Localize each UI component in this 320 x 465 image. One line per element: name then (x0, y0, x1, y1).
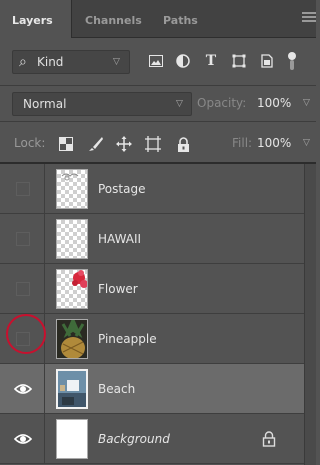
lock-label: Lock: (14, 136, 46, 150)
visibility-toggle-empty[interactable] (16, 282, 30, 296)
layer-name[interactable]: Pineapple (98, 332, 157, 346)
layer-thumbnail (56, 219, 88, 259)
image-filter-icon[interactable] (145, 50, 167, 72)
filter-row: ⌕ Kind ▽ T (0, 38, 316, 86)
layer-name[interactable]: Flower (98, 282, 138, 296)
chevron-down-icon[interactable]: ▽ (303, 138, 310, 148)
layer-row-flower[interactable]: Flower (0, 264, 304, 314)
panel-menu-icon[interactable] (302, 12, 316, 24)
blend-mode-select[interactable]: Normal ▽ (12, 92, 192, 116)
layer-row-background[interactable]: Background (0, 414, 304, 464)
layer-row-pineapple[interactable]: Pineapple (0, 314, 304, 364)
visibility-toggle-empty[interactable] (16, 182, 30, 196)
layer-row-hawaii[interactable]: HAWAII (0, 214, 304, 264)
highlight-circle-annotation (6, 314, 46, 354)
lock-transparent-pixels-icon[interactable] (56, 134, 76, 154)
layer-thumbnail (56, 169, 88, 209)
layer-name[interactable]: Background (98, 432, 170, 446)
layer-row-beach[interactable]: Beach (0, 364, 304, 414)
lock-row: Lock: Fill: 100% ▽ (0, 122, 316, 164)
shape-filter-icon[interactable] (228, 50, 250, 72)
layer-thumbnail (56, 319, 88, 359)
layer-thumbnail (56, 419, 88, 459)
tab-paths[interactable]: Paths (163, 14, 198, 27)
scrollbar[interactable] (304, 164, 316, 465)
fill-label: Fill: (232, 136, 253, 150)
type-filter-icon[interactable]: T (200, 50, 222, 72)
eye-icon[interactable] (14, 381, 32, 397)
eye-icon[interactable] (14, 431, 32, 447)
lock-artboard-icon[interactable] (143, 134, 163, 154)
tab-channels[interactable]: Channels (85, 14, 142, 27)
layer-name[interactable]: Beach (98, 382, 135, 396)
filter-toggle-icon[interactable] (282, 50, 302, 72)
layer-list: Postage HAWAII Flower Pineapple Beach Ba… (0, 164, 304, 465)
lock-all-icon[interactable] (173, 134, 193, 154)
visibility-toggle-empty[interactable] (16, 232, 30, 246)
adjustment-filter-icon[interactable] (172, 50, 194, 72)
layer-row-postage[interactable]: Postage (0, 164, 304, 214)
panel-tab-bar: Layers Channels Paths (0, 0, 316, 38)
opacity-field[interactable]: 100% (257, 96, 291, 110)
visibility-column[interactable] (0, 264, 45, 314)
blend-row: Normal ▽ Opacity: 100% ▽ (0, 86, 316, 122)
layer-thumbnail (56, 369, 88, 409)
chevron-down-icon: ▽ (176, 99, 183, 109)
chevron-down-icon[interactable]: ▽ (303, 98, 310, 108)
visibility-column[interactable] (0, 164, 45, 214)
smart-object-filter-icon[interactable] (256, 50, 278, 72)
lock-icon (262, 431, 276, 447)
opacity-label: Opacity: (197, 96, 247, 110)
search-icon: ⌕ (19, 54, 27, 70)
layer-name[interactable]: HAWAII (98, 232, 141, 246)
layers-panel: Layers Channels Paths ⌕ Kind ▽ T Normal (0, 0, 316, 465)
chevron-down-icon: ▽ (113, 57, 120, 67)
layer-thumbnail (56, 269, 88, 309)
fill-field[interactable]: 100% (257, 136, 291, 150)
kind-filter-label: Kind (37, 55, 64, 69)
kind-filter-select[interactable]: ⌕ Kind ▽ (12, 50, 130, 74)
tab-layers[interactable]: Layers (12, 14, 53, 27)
visibility-column[interactable] (0, 214, 45, 264)
blend-mode-label: Normal (23, 97, 67, 111)
lock-position-icon[interactable] (114, 134, 134, 154)
visibility-column[interactable] (0, 364, 45, 414)
visibility-column[interactable] (0, 414, 45, 464)
lock-image-pixels-icon[interactable] (86, 134, 106, 154)
layer-name[interactable]: Postage (98, 182, 145, 196)
